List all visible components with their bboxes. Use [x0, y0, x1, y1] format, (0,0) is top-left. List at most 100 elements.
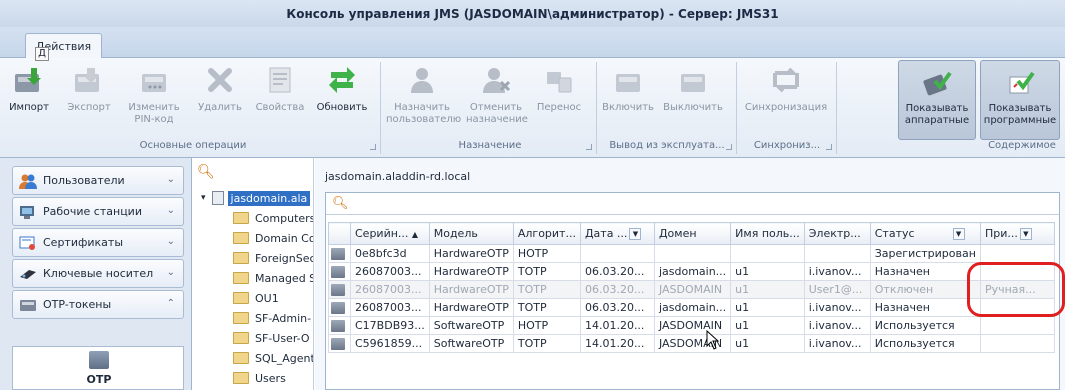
tree-node[interactable]: Managed S: [233, 268, 314, 288]
group-separator: [836, 62, 837, 154]
window-title: Консоль управления JMS (JASDOMAIN\админи…: [286, 6, 779, 21]
column-header-domain[interactable]: Домен: [653, 222, 732, 245]
table-row[interactable]: 26087003... HardwareOTP TOTP 06.03.20...…: [328, 298, 1055, 317]
group-separator: [380, 62, 381, 154]
show-software-icon: [1002, 63, 1038, 99]
change-pin-button[interactable]: Изменить PIN-код: [126, 62, 182, 126]
token-icon: [331, 338, 345, 350]
cell-date: 06.03.20...: [579, 262, 655, 281]
column-header-model[interactable]: Модель: [428, 222, 514, 245]
tree-node[interactable]: OU1: [233, 288, 279, 308]
column-header-email[interactable]: Электр...: [803, 222, 871, 245]
column-header-algorithm[interactable]: Алгорит...: [512, 222, 581, 245]
cell-model: HardwareOTP: [428, 244, 514, 263]
column-header-status[interactable]: Статус ▼: [869, 222, 981, 245]
cell-username: u1: [730, 280, 805, 299]
tree-node[interactable]: Domain Co: [233, 228, 313, 248]
group-dialog-launcher[interactable]: [726, 144, 732, 150]
nav-item-users[interactable]: Пользователи ⌄: [12, 166, 184, 195]
domain-icon: [211, 191, 224, 205]
chevron-down-icon[interactable]: ▾: [201, 193, 206, 203]
cell-username: [730, 244, 805, 263]
tokens-table-body: 0e8bfc3d HardwareOTP HOTP Зарегистрирова…: [328, 244, 1055, 353]
table-row[interactable]: C17BDB93... SoftwareOTP HOTP 14.01.20...…: [328, 316, 1055, 335]
column-header-username[interactable]: Имя поль...: [730, 222, 805, 245]
cell-email: i.ivanov...: [803, 316, 871, 335]
move-label: Перенос: [536, 102, 582, 113]
filter-icon[interactable]: ▼: [1019, 228, 1032, 240]
search-icon[interactable]: 🔍︎: [332, 196, 349, 211]
show-hardware-toggle[interactable]: Показывать аппаратные: [898, 60, 976, 140]
tree-node-label: ForeignSec: [255, 251, 314, 265]
main-pane: jasdomain.aladdin-rd.local 🔍︎ Серийн... …: [315, 158, 1065, 390]
cell-model: SoftwareOTP: [428, 334, 514, 353]
import-button[interactable]: Импорт: [8, 62, 50, 114]
import-label: Импорт: [9, 102, 49, 113]
column-header-label: Имя поль...: [735, 227, 800, 240]
refresh-icon: [324, 62, 360, 98]
tree-node-label: Managed S: [255, 271, 314, 285]
export-button[interactable]: Экспорт: [62, 62, 116, 114]
cell-model: SoftwareOTP: [428, 316, 514, 335]
tree-root-label: jasdomain.ala: [227, 190, 311, 206]
tree-node[interactable]: Users: [233, 368, 286, 388]
cell-serial: C17BDB93...: [350, 316, 430, 335]
nav-item-workstations[interactable]: Рабочие станции ⌄: [12, 197, 184, 226]
tree-node[interactable]: ForeignSec: [233, 248, 314, 268]
properties-button[interactable]: Свойства: [252, 62, 308, 114]
show-software-label: Показывать программные: [983, 103, 1057, 126]
table-row[interactable]: C5961859... SoftwareOTP TOTP 14.01.20...…: [328, 334, 1055, 353]
cell-date: [579, 244, 655, 263]
tree-node-label: SQL_Agent: [255, 351, 314, 365]
nav-item-otp-tokens[interactable]: OTP-токены ⌃: [12, 290, 184, 319]
folder-icon: [233, 332, 249, 344]
tree-node[interactable]: SQL_Agent: [233, 348, 314, 368]
tree-root[interactable]: ▾ jasdomain.ala: [201, 188, 311, 208]
cell-username: u1: [730, 334, 805, 353]
group-dialog-launcher[interactable]: [826, 144, 832, 150]
tree-node[interactable]: Computers: [233, 208, 313, 228]
disable-icon: [675, 62, 711, 98]
group-separator: [596, 62, 597, 154]
grid-search-row[interactable]: 🔍︎: [326, 193, 1059, 215]
group-dialog-launcher[interactable]: [370, 144, 376, 150]
sync-button[interactable]: Синхронизация: [744, 62, 828, 114]
assign-user-icon: [404, 62, 440, 98]
cell-username: u1: [730, 298, 805, 317]
cell-domain: jasdomain...: [653, 298, 732, 317]
column-header-note[interactable]: При... ▼: [979, 222, 1055, 245]
unassign-button[interactable]: Отменить назначение: [466, 62, 528, 126]
cell-username: u1: [730, 262, 805, 281]
column-header-serial[interactable]: Серийн... ▲: [350, 222, 430, 245]
domain-tree: 🔍︎ ▾ jasdomain.ala Computers Domain Co F…: [193, 158, 314, 390]
column-header-date[interactable]: Дата ... ▼: [579, 222, 655, 245]
filter-icon[interactable]: ▼: [629, 228, 642, 240]
group-label-decommission: Вывод из эксплуата...: [609, 140, 725, 151]
delete-button[interactable]: Удалить: [196, 62, 244, 114]
chevron-down-icon: ⌄: [166, 205, 175, 216]
cell-domain: [653, 244, 732, 263]
group-dialog-launcher[interactable]: [586, 144, 592, 150]
column-header-label: Алгорит...: [517, 227, 576, 240]
search-icon[interactable]: 🔍︎: [197, 164, 215, 180]
disable-button[interactable]: Выключить: [662, 62, 724, 114]
filter-icon[interactable]: ▼: [952, 228, 965, 240]
cell-status: Используется: [869, 334, 981, 353]
table-row[interactable]: 26087003... HardwareOTP TOTP 06.03.20...…: [328, 262, 1055, 281]
nav-item-label: Сертификаты: [43, 236, 124, 249]
tree-node[interactable]: SF-User-O: [233, 328, 310, 348]
cell-algorithm: HOTP: [512, 316, 581, 335]
nav-item-key-media[interactable]: Ключевые носител ⌄: [12, 259, 184, 288]
nav-item-certificates[interactable]: Сертификаты ⌄: [12, 228, 184, 257]
cell-serial: 26087003...: [350, 298, 430, 317]
enable-button[interactable]: Включить: [600, 62, 656, 114]
refresh-button[interactable]: Обновить: [314, 62, 370, 114]
nav-otp-panel[interactable]: OTP: [12, 346, 184, 390]
show-software-toggle[interactable]: Показывать программные: [980, 60, 1060, 140]
table-row[interactable]: 26087003... HardwareOTP TOTP 06.03.20...…: [328, 280, 1055, 299]
cell-domain: JASDOMAIN: [653, 280, 732, 299]
tree-node[interactable]: SF-Admin-: [233, 308, 311, 328]
assign-user-button[interactable]: Назначить пользователю: [386, 62, 461, 126]
move-button[interactable]: Перенос: [530, 62, 588, 114]
table-row[interactable]: 0e8bfc3d HardwareOTP HOTP Зарегистрирова…: [328, 244, 1055, 263]
